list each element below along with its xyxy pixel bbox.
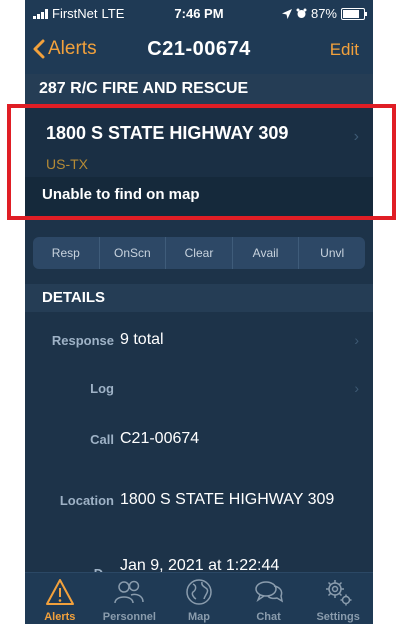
tab-personnel[interactable]: Personnel [95, 573, 165, 624]
edit-button[interactable]: Edit [330, 40, 359, 60]
chat-bubbles-icon [254, 581, 283, 603]
detail-value: C21-00674 [120, 430, 200, 447]
detail-value: 9 total [120, 331, 164, 348]
resp-button[interactable]: Resp [33, 237, 100, 269]
tab-label: Alerts [44, 611, 76, 623]
highlight-box [7, 104, 396, 220]
back-button[interactable]: Alerts [33, 38, 97, 60]
detail-label: Response [51, 333, 114, 348]
tab-map[interactable]: Map [164, 573, 234, 624]
tab-bar: Alerts Personnel Map Chat Settings [25, 572, 373, 624]
tab-settings[interactable]: Settings [303, 573, 373, 624]
tab-label: Chat [256, 611, 281, 623]
tab-label: Map [187, 611, 210, 623]
unavailable-button[interactable]: Unvl [299, 237, 365, 269]
status-bar: FirstNet LTE 7:46 PM 87% [25, 0, 373, 28]
detail-row-call: Call C21-00674 [25, 429, 373, 451]
detail-row-location: Location 1800 S STATE HIGHWAY 309 [25, 490, 373, 512]
alarm-icon [296, 8, 307, 18]
tab-chat[interactable]: Chat [234, 573, 304, 624]
phone-screen: FirstNet LTE 7:46 PM 87% Alerts C21-0067… [25, 0, 373, 624]
battery-percent: 87% [310, 6, 337, 21]
available-button[interactable]: Avail [233, 237, 300, 269]
globe-icon [186, 579, 212, 605]
chevron-right-icon: › [354, 380, 359, 396]
gears-icon [326, 580, 352, 606]
details-header: DETAILS [25, 284, 373, 312]
battery-icon [341, 7, 367, 20]
warning-triangle-icon [45, 579, 74, 605]
detail-label: Call [90, 432, 114, 447]
incident-type-header: 287 R/C FIRE AND RESCUE [25, 74, 373, 104]
detail-label: Location [59, 493, 114, 508]
detail-row-response[interactable]: Response 9 total › [25, 330, 373, 352]
tab-label: Personnel [102, 611, 156, 623]
tab-label: Settings [316, 611, 360, 623]
tab-alerts[interactable]: Alerts [25, 573, 95, 624]
people-icon [114, 580, 145, 604]
navigation-bar: Alerts C21-00674 Edit [25, 28, 373, 74]
chevron-left-icon [33, 39, 45, 59]
detail-label: Log [90, 381, 114, 396]
detail-row-log[interactable]: Log › [25, 378, 373, 400]
detail-value: 1800 S STATE HIGHWAY 309 [120, 491, 335, 508]
onscene-button[interactable]: OnScn [100, 237, 167, 269]
chevron-right-icon: › [354, 332, 359, 348]
clear-button[interactable]: Clear [166, 237, 233, 269]
location-arrow-icon [281, 8, 292, 19]
unit-status-segmented-control: Resp OnScn Clear Avail Unvl [33, 237, 365, 269]
status-right: 87% [281, 6, 367, 21]
back-label: Alerts [48, 38, 97, 59]
